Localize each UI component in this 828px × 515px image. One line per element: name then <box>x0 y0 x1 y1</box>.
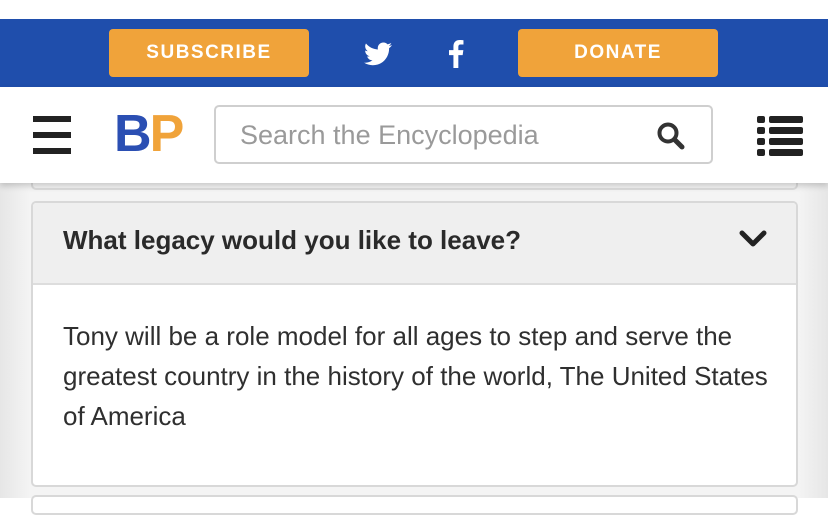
next-accordion-panel <box>31 495 798 515</box>
twitter-icon[interactable] <box>360 36 396 72</box>
chevron-down-icon[interactable] <box>739 229 767 249</box>
search-icon[interactable] <box>656 121 686 151</box>
site-header: BP <box>0 87 828 183</box>
list-icon[interactable] <box>757 115 803 157</box>
top-strip <box>0 0 828 19</box>
donate-button[interactable]: DONATE <box>518 29 718 77</box>
search-box <box>214 105 713 164</box>
faq-question: What legacy would you like to leave? <box>63 225 521 255</box>
logo[interactable]: BP <box>114 105 185 163</box>
search-input[interactable] <box>238 115 638 155</box>
faq-accordion-panel: What legacy would you like to leave? Ton… <box>31 201 798 487</box>
facebook-icon[interactable] <box>438 36 474 72</box>
logo-letter-b: B <box>114 105 152 163</box>
faq-question-toggle[interactable]: What legacy would you like to leave? <box>33 203 796 285</box>
subscribe-button[interactable]: SUBSCRIBE <box>109 29 309 77</box>
menu-icon[interactable] <box>33 116 71 154</box>
faq-answer: Tony will be a role model for all ages t… <box>63 321 768 431</box>
promo-bar: SUBSCRIBE DONATE <box>0 19 828 87</box>
logo-letter-p: P <box>149 105 185 163</box>
